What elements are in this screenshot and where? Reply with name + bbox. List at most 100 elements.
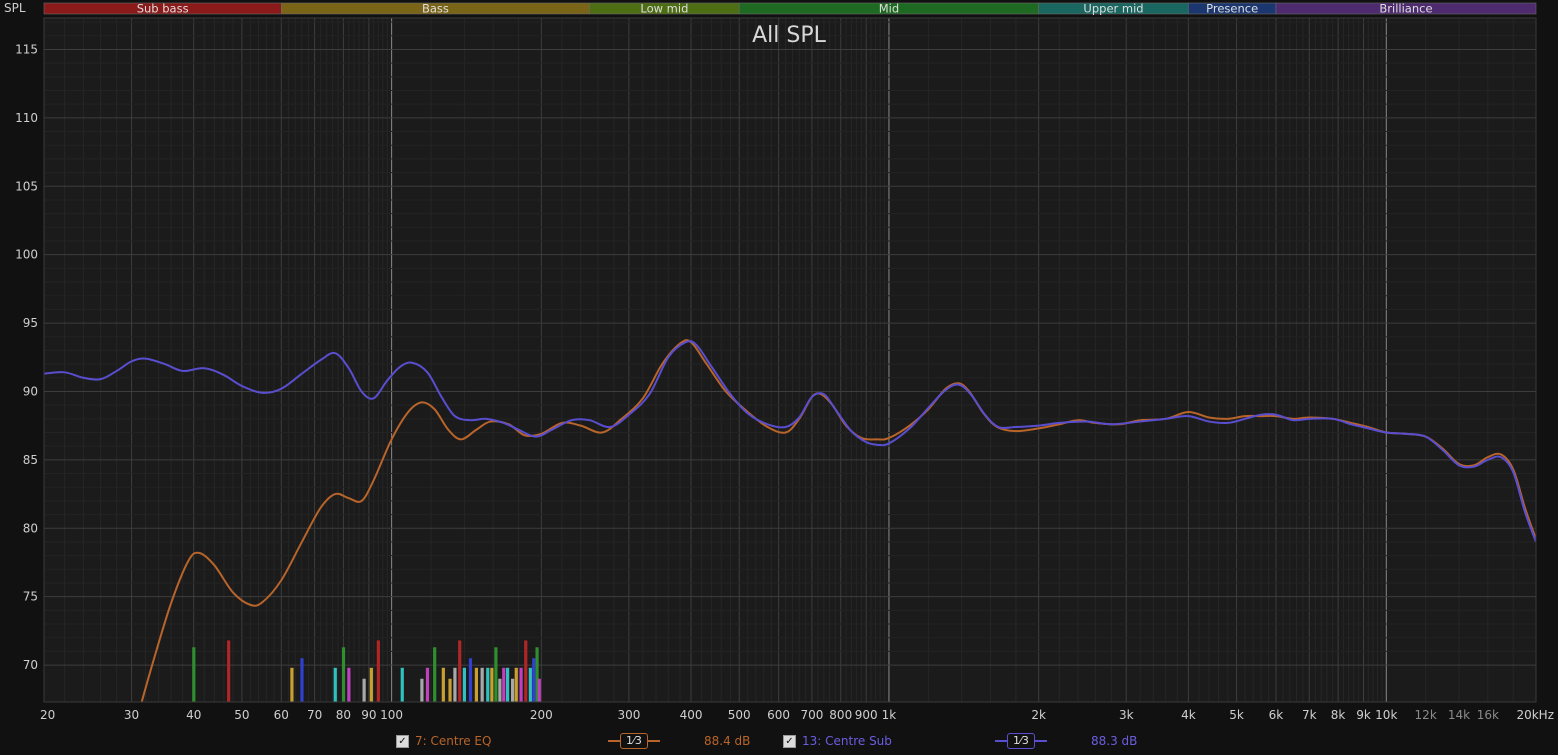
x-tick-label: 90 bbox=[361, 708, 376, 722]
filter-marker bbox=[227, 640, 231, 702]
filter-marker bbox=[362, 678, 366, 702]
legend-line-centre-eq bbox=[608, 740, 620, 742]
x-tick-label: 200 bbox=[530, 708, 553, 722]
x-tick-label: 60 bbox=[274, 708, 289, 722]
x-tick-label: 400 bbox=[680, 708, 703, 722]
y-tick-label: 100 bbox=[15, 248, 38, 262]
smoothing-control-centre-eq[interactable]: 1⁄3 bbox=[608, 731, 660, 751]
filter-marker bbox=[474, 667, 478, 702]
filter-marker bbox=[486, 667, 490, 702]
x-tick-label: 80 bbox=[336, 708, 351, 722]
filter-marker bbox=[490, 667, 494, 702]
x-tick-label: 100 bbox=[380, 708, 403, 722]
frequency-band-bar: Sub bass Bass Low mid Mid Upper mid Presence B… bbox=[43, 2, 1537, 16]
x-tick-label: 20 bbox=[40, 708, 55, 722]
filter-marker bbox=[528, 667, 532, 702]
filter-marker bbox=[468, 658, 473, 702]
filter-marker bbox=[369, 667, 373, 702]
x-tick-label: 10k bbox=[1375, 708, 1397, 722]
legend-value-centre-eq: 88.4 dB bbox=[704, 734, 751, 748]
filter-marker bbox=[425, 667, 430, 702]
chart-title: All SPL bbox=[752, 23, 826, 48]
x-tick-label: 50 bbox=[234, 708, 249, 722]
legend-value-centre-sub: 88.3 dB bbox=[1091, 734, 1138, 748]
band-label-bass: Bass bbox=[422, 2, 449, 16]
legend-item-centre-eq[interactable]: ✓ 7: Centre EQ bbox=[396, 731, 491, 751]
filter-marker bbox=[514, 667, 518, 702]
filter-marker bbox=[519, 667, 523, 702]
filter-marker bbox=[433, 647, 437, 702]
y-axis-label: SPL bbox=[4, 1, 26, 15]
y-tick-label: 110 bbox=[15, 111, 38, 125]
checkbox-centre-sub[interactable]: ✓ bbox=[783, 734, 796, 748]
x-tick-label: 1k bbox=[882, 708, 897, 722]
band-label-sub-bass: Sub bass bbox=[137, 2, 189, 16]
x-tick-label: 16k bbox=[1477, 708, 1499, 722]
x-tick-label: 30 bbox=[124, 708, 139, 722]
x-tick-label: 5k bbox=[1229, 708, 1244, 722]
y-tick-label: 80 bbox=[23, 521, 38, 535]
smoothing-button-centre-sub[interactable]: 1⁄3 bbox=[995, 733, 1047, 749]
filter-marker bbox=[524, 640, 528, 702]
legend-line-centre-eq-right bbox=[647, 740, 660, 742]
filter-marker bbox=[300, 658, 304, 702]
x-tick-label: 800 bbox=[829, 708, 852, 722]
band-label-brilliance: Brilliance bbox=[1379, 2, 1432, 16]
filter-marker bbox=[448, 678, 452, 702]
legend-item-centre-sub[interactable]: ✓ 13: Centre Sub bbox=[783, 731, 892, 751]
y-tick-label: 75 bbox=[23, 590, 38, 604]
x-tick-label: 500 bbox=[728, 708, 751, 722]
plot-area bbox=[44, 18, 1536, 702]
x-tick-label: 14k bbox=[1448, 708, 1470, 722]
filter-marker bbox=[505, 667, 510, 702]
legend-line-centre-sub bbox=[995, 740, 1007, 742]
smoothing-control-centre-sub[interactable]: 1⁄3 bbox=[995, 731, 1047, 751]
filter-marker bbox=[537, 678, 541, 702]
x-tick-label: 12k bbox=[1415, 708, 1437, 722]
filter-marker bbox=[347, 667, 351, 702]
band-label-upper-mid: Upper mid bbox=[1083, 2, 1143, 16]
filter-marker bbox=[532, 658, 536, 702]
filter-marker bbox=[502, 667, 506, 702]
legend-line-centre-sub-right bbox=[1034, 740, 1047, 742]
smoothing-label-centre-sub: 1⁄3 bbox=[1007, 733, 1035, 749]
legend-label-centre-eq: 7: Centre EQ bbox=[415, 734, 492, 748]
x-tick-label: 20kHz bbox=[1516, 708, 1554, 722]
filter-marker bbox=[462, 667, 466, 702]
filter-marker bbox=[494, 647, 498, 702]
filter-marker bbox=[420, 678, 424, 702]
filter-marker bbox=[333, 667, 337, 702]
y-tick-label: 70 bbox=[23, 658, 38, 672]
filter-marker bbox=[400, 667, 404, 702]
x-tick-label: 70 bbox=[307, 708, 322, 722]
x-tick-label: 3k bbox=[1119, 708, 1134, 722]
smoothing-button-centre-eq[interactable]: 1⁄3 bbox=[608, 733, 660, 749]
band-label-presence: Presence bbox=[1206, 2, 1258, 16]
x-tick-label: 8k bbox=[1331, 708, 1346, 722]
filter-marker bbox=[441, 667, 445, 702]
filter-marker bbox=[341, 647, 346, 702]
filter-marker bbox=[192, 647, 196, 702]
band-label-low-mid: Low mid bbox=[640, 2, 688, 16]
smoothing-label-centre-eq: 1⁄3 bbox=[620, 733, 648, 749]
x-tick-label: 600 bbox=[767, 708, 790, 722]
checkbox-centre-eq[interactable]: ✓ bbox=[396, 734, 409, 748]
x-tick-label: 40 bbox=[186, 708, 201, 722]
x-tick-label: 6k bbox=[1269, 708, 1284, 722]
x-tick-label: 900 bbox=[855, 708, 878, 722]
filter-marker bbox=[480, 667, 484, 702]
x-tick-label: 7k bbox=[1302, 708, 1317, 722]
x-tick-label: 300 bbox=[617, 708, 640, 722]
filter-marker bbox=[498, 678, 502, 702]
filter-marker bbox=[376, 640, 380, 702]
filter-marker bbox=[290, 667, 294, 702]
x-tick-label: 4k bbox=[1181, 708, 1196, 722]
x-tick-label: 700 bbox=[800, 708, 823, 722]
y-tick-label: 90 bbox=[23, 384, 38, 398]
filter-marker bbox=[453, 667, 457, 702]
y-tick-label: 95 bbox=[23, 316, 38, 330]
legend-label-centre-sub: 13: Centre Sub bbox=[802, 734, 892, 748]
x-tick-label: 9k bbox=[1356, 708, 1371, 722]
y-tick-label: 85 bbox=[23, 453, 38, 467]
spl-chart[interactable]: Sub bass Bass Low mid Mid Upper mid Presence B… bbox=[0, 0, 1558, 755]
